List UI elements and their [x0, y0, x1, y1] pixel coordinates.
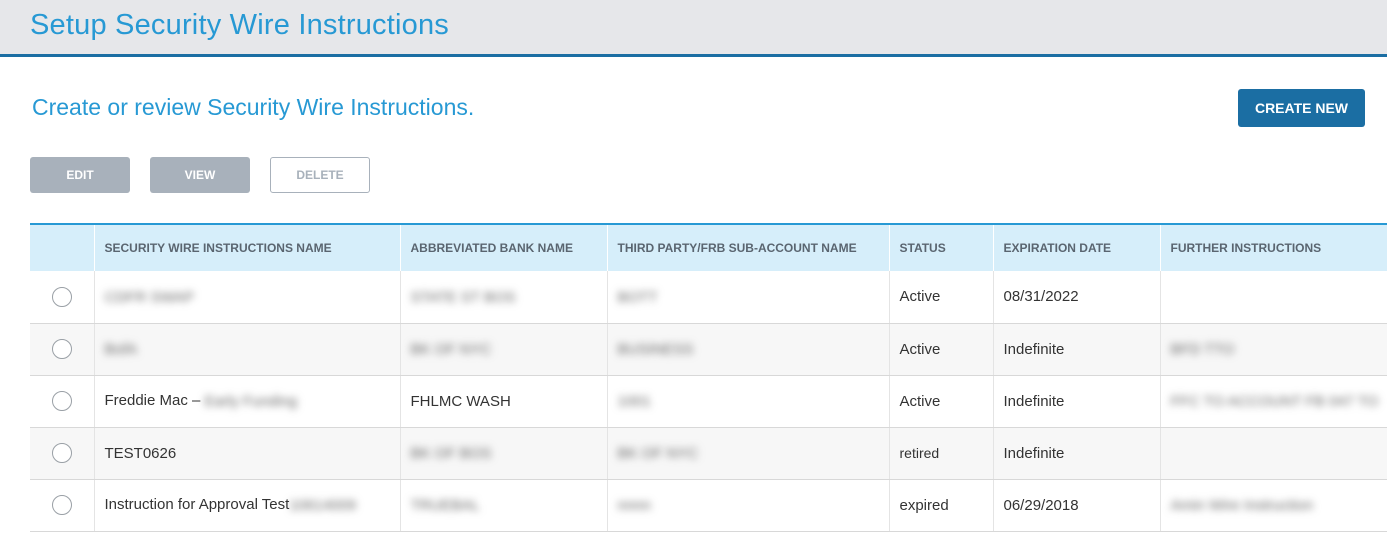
- cell-third-party: BOTT: [606, 271, 889, 324]
- column-header-select: [30, 225, 94, 271]
- cell-third-party: 1001: [606, 375, 889, 428]
- redacted-text: 10614009: [289, 496, 357, 514]
- cell-third-party: BUSINESS: [606, 323, 889, 376]
- cell-third-party: BK OF NYC: [606, 427, 889, 480]
- redacted-text: BofA: [104, 340, 138, 358]
- cell-further: BFD TTO: [1159, 323, 1387, 376]
- redacted-text: 1001: [617, 392, 651, 410]
- row-radio-button[interactable]: [51, 391, 72, 411]
- cell-status: expired: [888, 479, 993, 532]
- column-header-name[interactable]: SECURITY WIRE INSTRUCTIONS NAME: [93, 225, 400, 271]
- table-row[interactable]: Instruction for Approval Test10614009 TR…: [30, 479, 1387, 532]
- redacted-text: BK OF NYC: [617, 444, 699, 462]
- edit-button[interactable]: EDIT: [30, 157, 130, 193]
- table-row[interactable]: TEST0626 BK OF BOS BK OF NYC retired Ind…: [30, 427, 1387, 480]
- cell-bank: TRUEBAL: [399, 479, 607, 532]
- delete-button[interactable]: DELETE: [270, 157, 370, 193]
- cell-expiration: Indefinite: [992, 375, 1160, 428]
- cell-expiration: Indefinite: [992, 323, 1160, 376]
- row-radio-button[interactable]: [51, 286, 72, 307]
- page-subtitle: Create or review Security Wire Instructi…: [32, 94, 475, 120]
- cell-further: FFC TO ACCOUNT FB 047 TO: [1159, 375, 1387, 428]
- column-header-status[interactable]: STATUS: [888, 225, 993, 271]
- cell-status: Active: [888, 271, 993, 324]
- column-header-expiration[interactable]: EXPIRATION DATE: [992, 225, 1160, 271]
- table-row[interactable]: CDFR SWAP STATE ST BOS BOTT Active 08/31…: [30, 271, 1387, 324]
- page-header: Setup Security Wire Instructions: [0, 0, 1387, 57]
- cell-status: retired: [888, 427, 993, 480]
- cell-name: BofA: [93, 323, 400, 376]
- cell-expiration: 06/29/2018: [992, 479, 1160, 532]
- redacted-text: BOTT: [617, 288, 658, 306]
- redacted-text: BUSINESS: [617, 340, 694, 358]
- row-select-cell: [30, 479, 94, 532]
- cell-bank: BK OF NYC: [399, 323, 607, 376]
- cell-bank: BK OF BOS: [399, 427, 607, 480]
- view-button[interactable]: VIEW: [150, 157, 250, 193]
- cell-further: [1159, 271, 1387, 324]
- redacted-text: BK OF BOS: [410, 444, 492, 462]
- redacted-text: nnnn: [617, 496, 651, 514]
- cell-expiration: Indefinite: [992, 427, 1160, 480]
- redacted-text: FFC TO ACCOUNT FB 047 TO: [1170, 392, 1379, 410]
- redacted-text: BFD TTO: [1170, 340, 1235, 358]
- row-radio-button[interactable]: [51, 443, 72, 463]
- redacted-text: STATE ST BOS: [410, 288, 516, 306]
- table-row[interactable]: Freddie Mac – Early Funding FHLMC WASH 1…: [30, 375, 1387, 428]
- table-row[interactable]: BofA BK OF NYC BUSINESS Active Indefinit…: [30, 323, 1387, 376]
- column-header-further[interactable]: FURTHER INSTRUCTIONS: [1159, 225, 1387, 271]
- row-select-cell: [30, 323, 94, 376]
- cell-bank: FHLMC WASH: [399, 375, 607, 428]
- redacted-text: CDFR SWAP: [104, 288, 194, 306]
- cell-further: Amin Wire Instruction: [1159, 479, 1387, 532]
- cell-name: Freddie Mac – Early Funding: [93, 375, 400, 428]
- row-select-cell: [30, 271, 94, 324]
- cell-name: CDFR SWAP: [93, 271, 400, 324]
- redacted-text: Amin Wire Instruction: [1170, 496, 1314, 514]
- create-new-button[interactable]: CREATE NEW: [1238, 89, 1365, 127]
- redacted-text: Early Funding: [204, 392, 298, 410]
- cell-expiration: 08/31/2022: [992, 271, 1160, 324]
- column-header-third-party[interactable]: THIRD PARTY/FRB SUB-ACCOUNT NAME: [606, 225, 889, 271]
- redacted-text: TRUEBAL: [410, 496, 480, 514]
- row-radio-button[interactable]: [51, 339, 72, 359]
- row-radio-button[interactable]: [51, 495, 72, 515]
- redacted-text: BK OF NYC: [410, 340, 492, 358]
- column-header-bank[interactable]: ABBREVIATED BANK NAME: [399, 225, 607, 271]
- row-select-cell: [30, 375, 94, 428]
- cell-bank: STATE ST BOS: [399, 271, 607, 324]
- cell-third-party: nnnn: [606, 479, 889, 532]
- cell-status: Active: [888, 323, 993, 376]
- cell-name: Instruction for Approval Test10614009: [93, 479, 400, 532]
- page-title: Setup Security Wire Instructions: [30, 9, 449, 41]
- cell-name: TEST0626: [93, 427, 400, 480]
- security-wire-table: SECURITY WIRE INSTRUCTIONS NAME ABBREVIA…: [30, 223, 1387, 532]
- cell-status: Active: [888, 375, 993, 428]
- table-header-row: SECURITY WIRE INSTRUCTIONS NAME ABBREVIA…: [30, 225, 1387, 271]
- row-select-cell: [30, 427, 94, 480]
- cell-further: [1159, 427, 1387, 480]
